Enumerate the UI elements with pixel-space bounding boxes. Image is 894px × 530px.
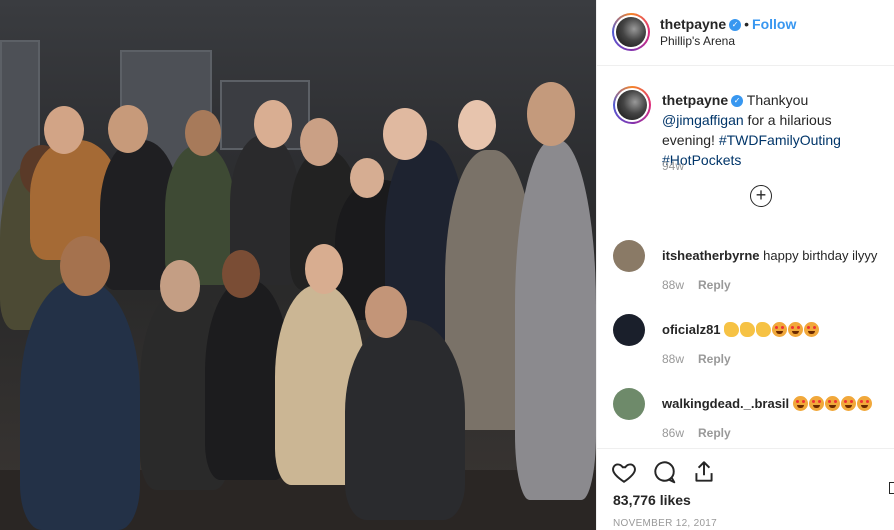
post-photo[interactable] [0, 0, 596, 530]
person [515, 140, 596, 500]
reply-button[interactable]: Reply [698, 278, 731, 292]
comments-list[interactable]: thetpayne ✓ Thankyou @jimgaffigan for a h… [597, 66, 894, 448]
person-head [185, 110, 221, 156]
verified-icon: ✓ [729, 19, 742, 32]
caption: thetpayne ✓ Thankyou @jimgaffigan for a h… [662, 90, 887, 170]
star-eyes-emoji-icon [772, 322, 788, 337]
mention-link[interactable]: @jimgaffigan [662, 112, 744, 128]
star-eyes-emoji-icon [824, 396, 840, 411]
reply-button[interactable]: Reply [698, 426, 731, 440]
caption-text: Thankyou [746, 92, 809, 108]
location-link[interactable]: Phillip's Arena [660, 34, 735, 48]
person-head [527, 82, 575, 146]
person-head [254, 100, 292, 148]
star-eyes-emoji-icon [804, 322, 820, 337]
star-eyes-emoji-icon [808, 396, 824, 411]
comment-icon[interactable] [651, 459, 677, 485]
post-sidebar: thetpayne ✓ • Follow Phillip's Arena thetpa… [596, 0, 894, 530]
caption-username[interactable]: thetpayne [662, 92, 728, 108]
comment-text: happy birthday ilyyy [763, 248, 878, 263]
comment-text-row: walkingdead._.brasil [662, 396, 873, 411]
commenter-avatar[interactable] [613, 314, 645, 346]
comment-item: itsheatherbyrne happy birthday ilyyy 88w… [597, 240, 894, 314]
comment-meta: 88w Reply [662, 278, 731, 292]
hashtag-link[interactable]: #TWDFamilyOuting [719, 132, 841, 148]
person-head [60, 236, 110, 296]
comment-time[interactable]: 86w [662, 426, 684, 440]
comment-meta: 86w Reply [662, 426, 731, 440]
post-date[interactable]: NOVEMBER 12, 2017 [613, 518, 717, 529]
clap-emoji-icon [740, 322, 756, 337]
person-head [383, 108, 427, 160]
star-eyes-emoji-icon [840, 396, 856, 411]
post-actions: 83,776 likes NOVEMBER 12, 2017 [597, 448, 894, 530]
star-eyes-emoji-icon [856, 396, 872, 411]
person [20, 280, 140, 530]
caption-time[interactable]: 94w [662, 159, 684, 173]
star-eyes-emoji-icon [788, 322, 804, 337]
clap-emoji-icon [724, 322, 740, 337]
person-head [458, 100, 496, 150]
comment-text-row: oficialz81 [662, 322, 820, 337]
comment-time[interactable]: 88w [662, 278, 684, 292]
follow-button[interactable]: Follow [752, 16, 796, 32]
person-head [300, 118, 338, 166]
share-icon[interactable] [691, 459, 717, 485]
star-eyes-emoji-icon [792, 396, 808, 411]
clap-emoji-icon [756, 322, 772, 337]
comment-meta: 88w Reply [662, 352, 731, 366]
likes-count[interactable]: 83,776 likes [613, 492, 691, 508]
commenter-username[interactable]: walkingdead._.brasil [662, 396, 789, 411]
username-link[interactable]: thetpayne [660, 16, 726, 32]
commenter-avatar[interactable] [613, 388, 645, 420]
person-head [222, 250, 260, 298]
comment-time[interactable]: 88w [662, 352, 684, 366]
person-head [108, 105, 148, 153]
commenter-username[interactable]: oficialz81 [662, 322, 721, 337]
verified-icon: ✓ [731, 95, 744, 108]
person-head [365, 286, 407, 338]
separator: • [744, 16, 750, 32]
person-head [44, 106, 84, 154]
avatar[interactable] [612, 13, 650, 51]
header-user: thetpayne ✓ • Follow [660, 16, 796, 32]
heart-icon[interactable] [611, 459, 637, 485]
person-head [350, 158, 384, 198]
comment-text-row: itsheatherbyrne happy birthday ilyyy [662, 248, 877, 263]
comment-item: oficialz81 88w Reply [597, 314, 894, 388]
person-head [305, 244, 343, 294]
load-more-comments-button[interactable]: + [750, 185, 772, 207]
commenter-avatar[interactable] [613, 240, 645, 272]
commenter-username[interactable]: itsheatherbyrne [662, 248, 760, 263]
person-head [160, 260, 200, 312]
person [345, 320, 465, 520]
reply-button[interactable]: Reply [698, 352, 731, 366]
bookmark-icon[interactable] [889, 482, 894, 494]
caption-avatar[interactable] [613, 86, 651, 124]
post-header: thetpayne ✓ • Follow Phillip's Arena [597, 0, 894, 66]
